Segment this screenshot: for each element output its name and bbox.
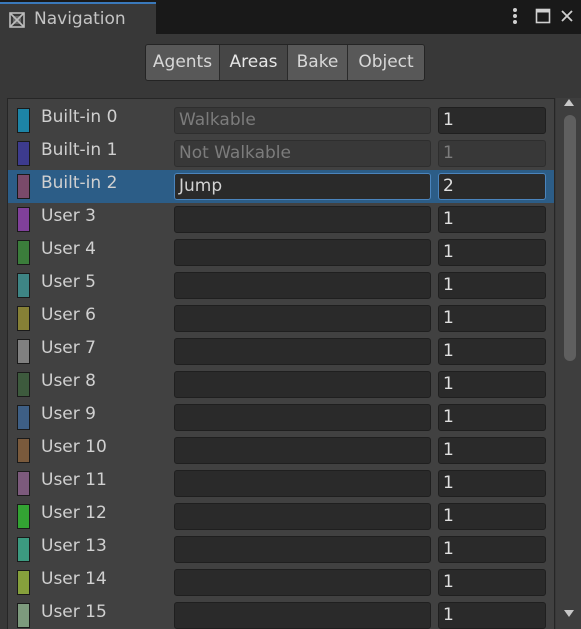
area-name-field: Not Walkable	[174, 140, 431, 167]
area-cost-field[interactable]: 1	[438, 569, 546, 596]
area-cost-field[interactable]: 1	[438, 239, 546, 266]
area-row[interactable]: User 9 1	[8, 401, 554, 434]
area-name-field[interactable]	[174, 305, 431, 332]
area-cost-field[interactable]: 2	[438, 173, 546, 200]
area-row[interactable]: User 10 1	[8, 434, 554, 467]
area-cost-field: 1	[438, 140, 546, 167]
tab-areas[interactable]: Areas	[220, 45, 288, 80]
area-label: Built-in 1	[41, 140, 118, 160]
area-name-field[interactable]	[174, 404, 431, 431]
area-row[interactable]: User 15 1	[8, 599, 554, 629]
area-row[interactable]: User 12 1	[8, 500, 554, 533]
area-label: User 11	[41, 470, 107, 490]
area-cost-field[interactable]: 1	[438, 371, 546, 398]
area-name-field[interactable]	[174, 569, 431, 596]
area-color-swatch[interactable]	[17, 240, 30, 265]
area-label: User 4	[41, 239, 96, 259]
area-cost-field[interactable]: 1	[438, 206, 546, 233]
area-color-swatch[interactable]	[17, 438, 30, 463]
scroll-down-arrow-icon[interactable]	[564, 610, 574, 620]
tab-bake[interactable]: Bake	[288, 45, 348, 80]
area-color-swatch[interactable]	[17, 471, 30, 496]
area-name-field[interactable]	[174, 272, 431, 299]
area-name-field[interactable]	[174, 470, 431, 497]
area-color-swatch[interactable]	[17, 273, 30, 298]
area-name-field[interactable]	[174, 437, 431, 464]
area-cost-field[interactable]: 1	[438, 437, 546, 464]
area-name-field[interactable]	[174, 536, 431, 563]
area-label: User 13	[41, 536, 107, 556]
area-name-field[interactable]	[174, 206, 431, 233]
area-label: User 10	[41, 437, 107, 457]
area-label: Built-in 0	[41, 107, 118, 127]
area-color-swatch[interactable]	[17, 570, 30, 595]
area-row[interactable]: Built-in 2 Jump 2	[8, 170, 554, 203]
area-label: User 8	[41, 371, 96, 391]
area-name-field[interactable]	[174, 503, 431, 530]
area-color-swatch[interactable]	[17, 405, 30, 430]
area-color-swatch[interactable]	[17, 537, 30, 562]
scroll-up-arrow-icon[interactable]	[564, 98, 574, 108]
area-row[interactable]: User 14 1	[8, 566, 554, 599]
scrollbar-thumb[interactable]	[564, 115, 576, 361]
vertical-scrollbar[interactable]	[556, 98, 581, 629]
area-color-swatch[interactable]	[17, 108, 30, 133]
area-label: User 7	[41, 338, 96, 358]
areas-list: Built-in 0 Walkable 1 Built-in 1 Not Walkabl…	[7, 98, 555, 629]
area-color-swatch[interactable]	[17, 174, 30, 199]
area-row[interactable]: User 11 1	[8, 467, 554, 500]
area-row[interactable]: User 3 1	[8, 203, 554, 236]
navigation-tabs: Agents Areas Bake Object	[145, 44, 425, 81]
area-row[interactable]: User 7 1	[8, 335, 554, 368]
close-icon[interactable]	[556, 4, 578, 28]
area-label: User 6	[41, 305, 96, 325]
area-label: User 5	[41, 272, 96, 292]
area-color-swatch[interactable]	[17, 141, 30, 166]
area-cost-field[interactable]: 1	[438, 470, 546, 497]
area-label: User 12	[41, 503, 107, 523]
area-row[interactable]: User 5 1	[8, 269, 554, 302]
area-row[interactable]: User 13 1	[8, 533, 554, 566]
area-row[interactable]: Built-in 0 Walkable 1	[8, 104, 554, 137]
area-cost-field[interactable]: 1	[438, 602, 546, 629]
area-color-swatch[interactable]	[17, 372, 30, 397]
area-label: User 14	[41, 569, 107, 589]
area-row[interactable]: User 6 1	[8, 302, 554, 335]
area-color-swatch[interactable]	[17, 603, 30, 628]
area-name-field: Walkable	[174, 107, 431, 134]
area-label: User 15	[41, 602, 107, 622]
area-cost-field[interactable]: 1	[438, 272, 546, 299]
window-title-bar: Navigation	[0, 0, 581, 34]
area-cost-field[interactable]: 1	[438, 536, 546, 563]
area-cost-field[interactable]: 1	[438, 503, 546, 530]
area-name-field[interactable]	[174, 371, 431, 398]
area-color-swatch[interactable]	[17, 207, 30, 232]
area-name-field[interactable]	[174, 602, 431, 629]
area-name-field[interactable]	[174, 239, 431, 266]
area-name-field[interactable]	[174, 338, 431, 365]
area-row[interactable]: User 4 1	[8, 236, 554, 269]
area-color-swatch[interactable]	[17, 504, 30, 529]
maximize-icon[interactable]	[532, 4, 554, 28]
area-cost-field[interactable]: 1	[438, 338, 546, 365]
window-title: Navigation	[34, 9, 126, 29]
tab-object[interactable]: Object	[348, 45, 424, 80]
area-cost-field[interactable]: 1	[438, 404, 546, 431]
area-label: User 9	[41, 404, 96, 424]
area-color-swatch[interactable]	[17, 339, 30, 364]
area-color-swatch[interactable]	[17, 306, 30, 331]
kebab-menu-icon[interactable]	[504, 4, 526, 28]
area-row[interactable]: User 8 1	[8, 368, 554, 401]
area-label: Built-in 2	[41, 173, 118, 193]
area-name-field[interactable]: Jump	[174, 173, 431, 200]
area-cost-field[interactable]: 1	[438, 107, 546, 134]
area-row[interactable]: Built-in 1 Not Walkable 1	[8, 137, 554, 170]
navmesh-grid-icon	[8, 11, 26, 29]
tab-agents[interactable]: Agents	[146, 45, 220, 80]
area-label: User 3	[41, 206, 96, 226]
navigation-window-tab[interactable]: Navigation	[0, 2, 156, 34]
area-cost-field[interactable]: 1	[438, 305, 546, 332]
